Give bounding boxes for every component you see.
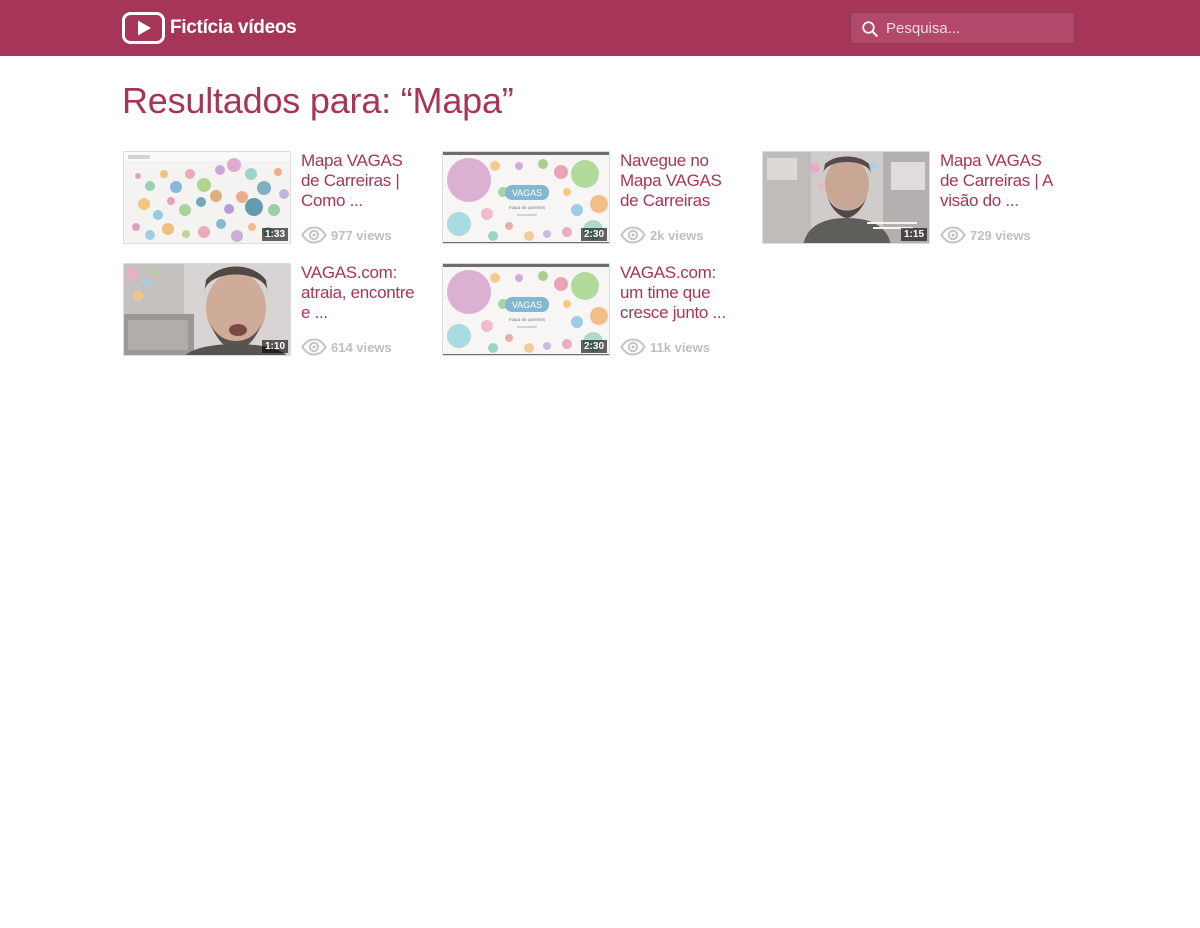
video-thumbnail[interactable]: 1:10 [123, 263, 291, 356]
video-title[interactable]: VAGAS.com: atraia, encontre e ... [301, 263, 423, 323]
home-logo-link[interactable]: Fictícia vídeos [122, 12, 297, 44]
video-card[interactable]: 1:10 VAGAS.com: atraia, encontre e ... 6… [123, 263, 423, 358]
video-views: 11k views [620, 338, 710, 356]
video-card[interactable]: VAGAS mapa de carreiras 2:30 Navegue no … [442, 151, 742, 246]
search-input[interactable] [886, 13, 1066, 43]
app-name: Fictícia vídeos [170, 17, 297, 38]
views-count: 729 views [970, 227, 1031, 243]
video-title[interactable]: VAGAS.com: um time que cresce junto ... [620, 263, 742, 323]
video-duration: 1:15 [900, 228, 927, 241]
video-thumbnail[interactable]: 1:33 [123, 151, 291, 244]
views-count: 977 views [331, 227, 392, 243]
video-duration: 1:33 [261, 228, 288, 241]
video-views: 977 views [301, 226, 392, 244]
search-icon[interactable] [862, 21, 878, 37]
eye-icon [940, 226, 966, 244]
video-title[interactable]: Mapa VAGAS de Carreiras | A visão do ... [940, 151, 1062, 211]
video-card[interactable]: 1:15 Mapa VAGAS de Carreiras | A visão d… [762, 151, 1062, 246]
video-views: 2k views [620, 226, 704, 244]
eye-icon [301, 226, 327, 244]
video-thumbnail[interactable]: VAGAS mapa de carreiras 2:30 [442, 263, 610, 356]
video-thumbnail[interactable]: 1:15 [762, 151, 930, 244]
top-navigation-bar: Fictícia vídeos [0, 0, 1200, 56]
views-count: 11k views [650, 339, 710, 355]
eye-icon [620, 226, 646, 244]
video-title[interactable]: Navegue no Mapa VAGAS de Carreiras [620, 151, 742, 211]
video-views: 614 views [301, 338, 392, 356]
video-duration: 2:30 [580, 340, 607, 353]
video-views: 729 views [940, 226, 1031, 244]
views-count: 614 views [331, 339, 392, 355]
video-card[interactable]: VAGAS mapa de carreiras 2:30 VAGAS.com: … [442, 263, 742, 358]
search-box [850, 12, 1075, 44]
eye-icon [620, 338, 646, 356]
video-duration: 1:10 [261, 340, 288, 353]
eye-icon [301, 338, 327, 356]
results-title: Resultados para: “Mapa” [122, 80, 514, 121]
video-thumbnail[interactable]: VAGAS mapa de carreiras 2:30 [442, 151, 610, 244]
views-count: 2k views [650, 227, 704, 243]
video-duration: 2:30 [580, 228, 607, 241]
video-card[interactable]: 1:33 Mapa VAGAS de Carreiras | Como ... … [123, 151, 423, 246]
play-logo-icon [122, 12, 165, 44]
video-title[interactable]: Mapa VAGAS de Carreiras | Como ... [301, 151, 423, 211]
